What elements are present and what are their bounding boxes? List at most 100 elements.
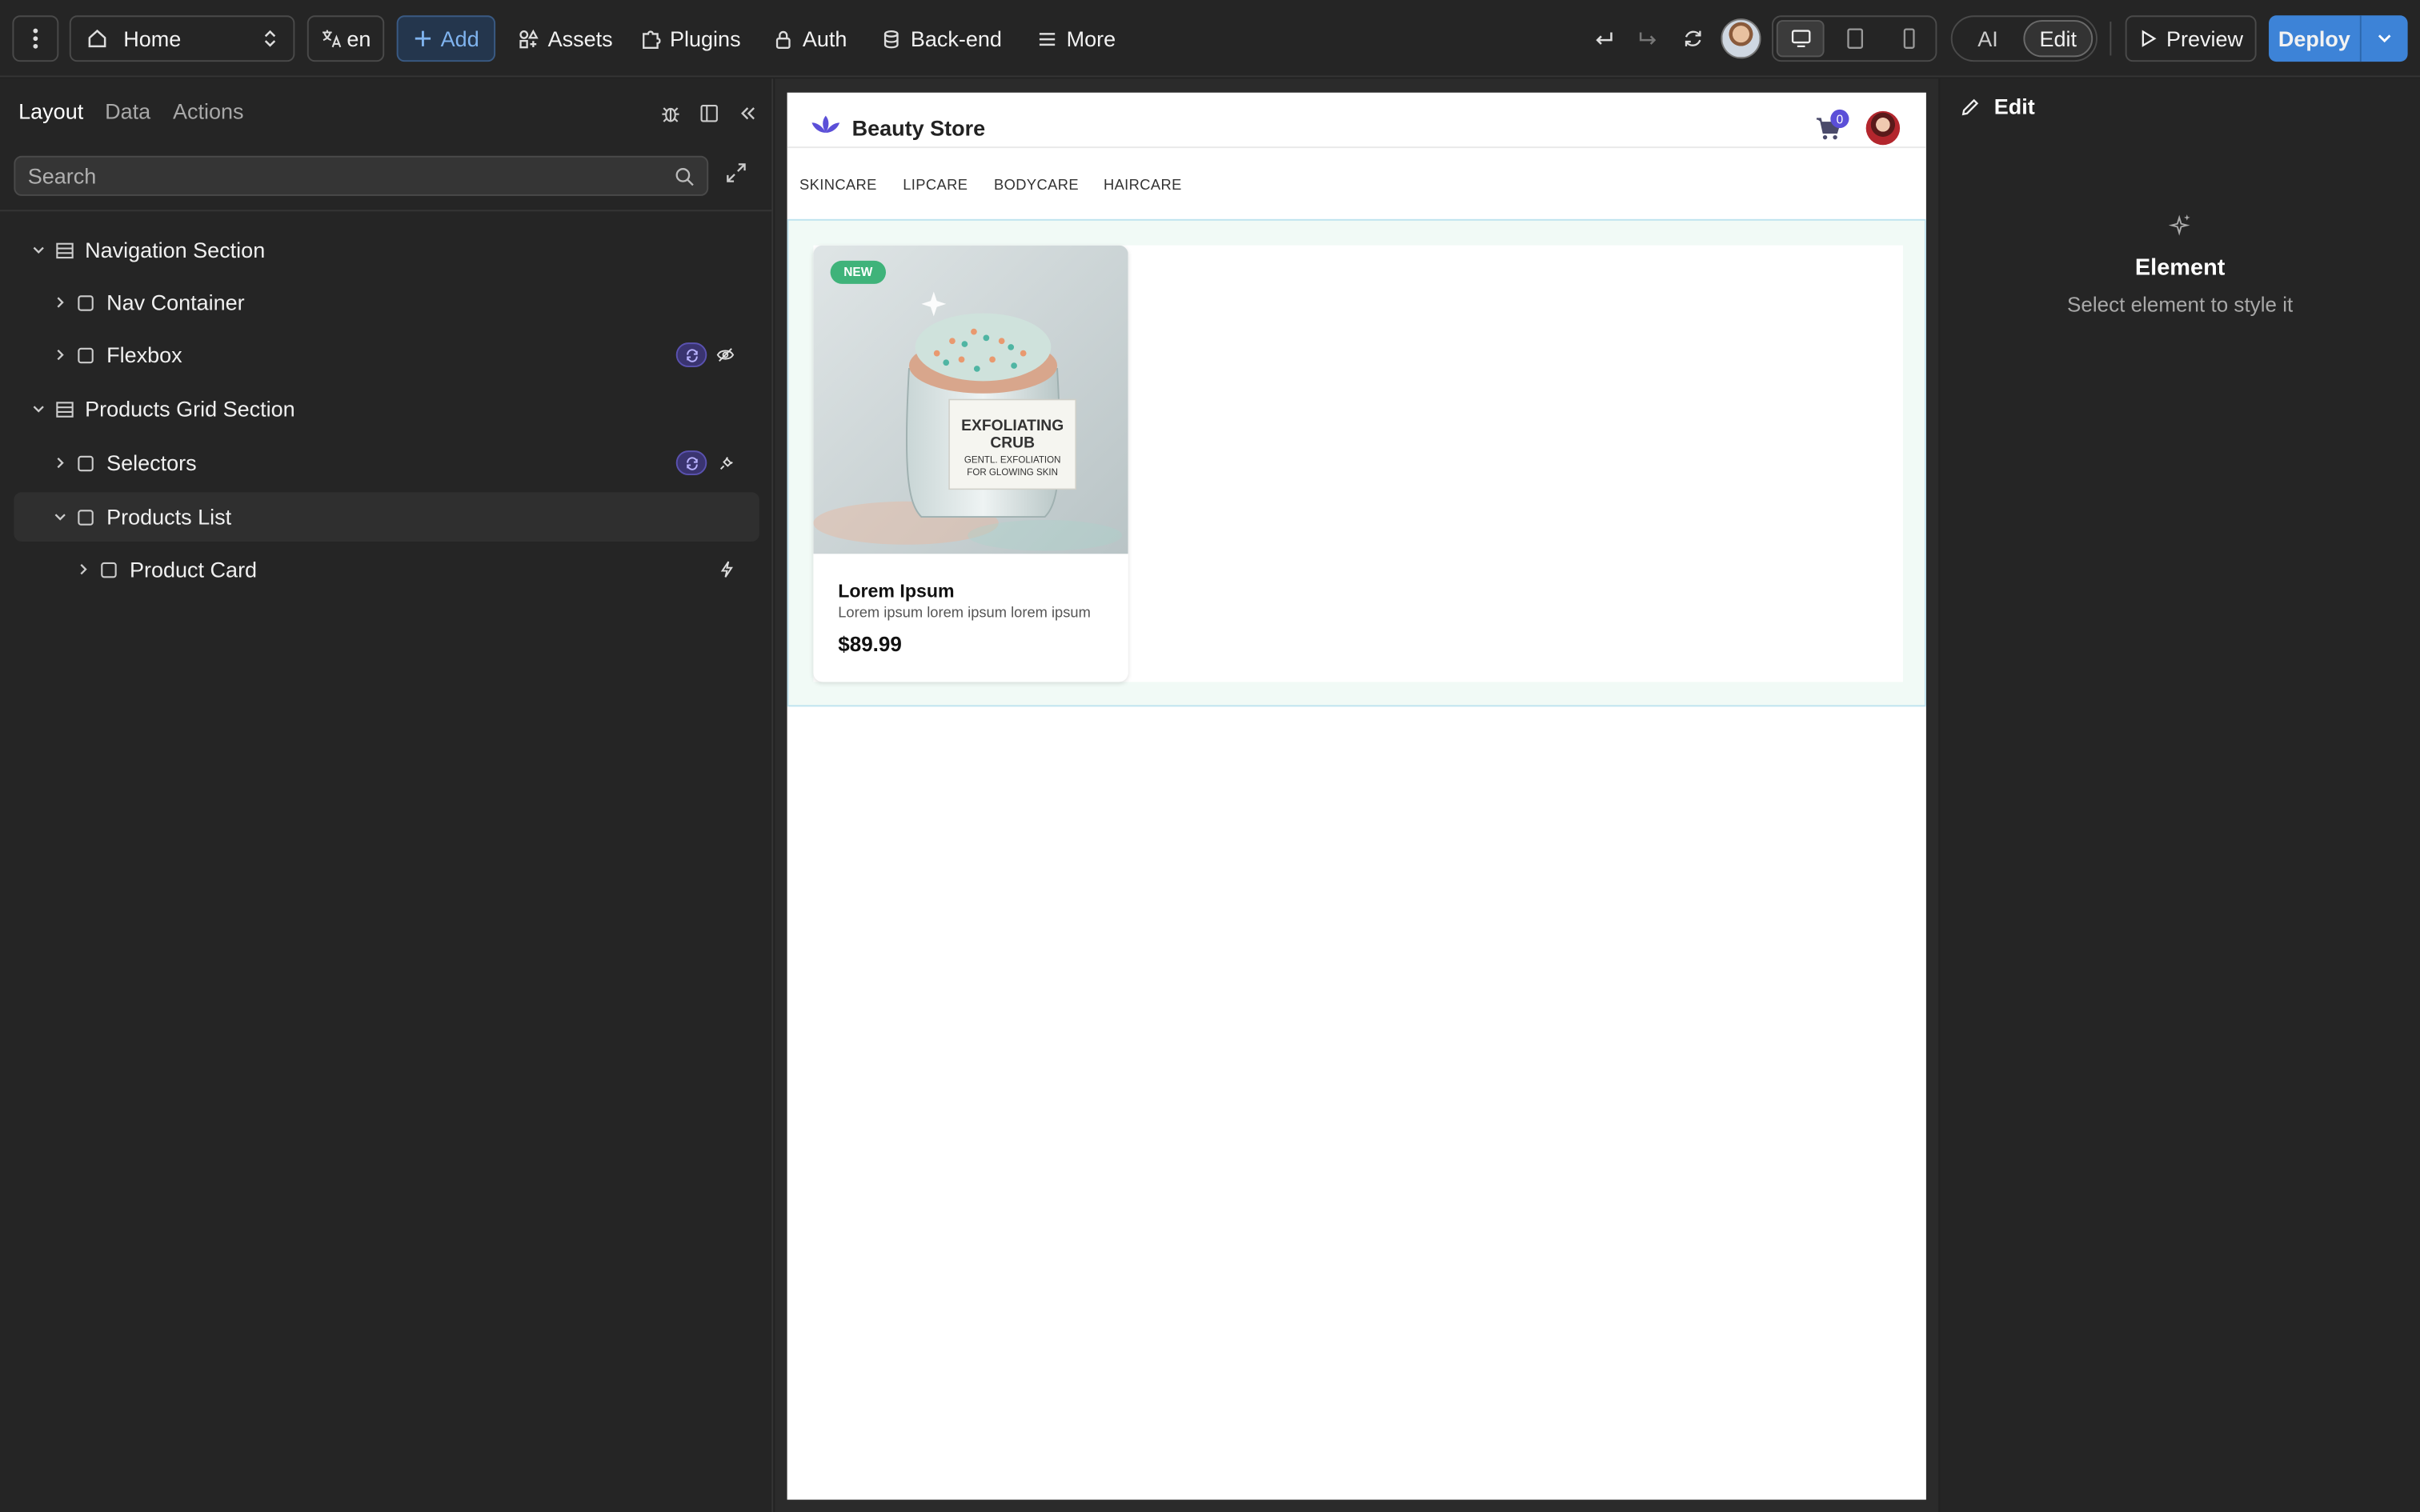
preview-button[interactable]: Preview — [2125, 15, 2257, 62]
page-preview[interactable]: Beauty Store 0 SKINCARE LIPCARE BODYCARE… — [787, 92, 1926, 1500]
row-badges — [719, 560, 735, 578]
product-card[interactable]: EXFOLIATING CRUB GENTL. EXFOLIATION FOR … — [813, 245, 1128, 682]
sync-icon[interactable] — [675, 450, 707, 476]
sync-icon[interactable] — [675, 342, 707, 368]
nav-auth[interactable]: Auth — [773, 15, 847, 62]
category-link-lipcare[interactable]: LIPCARE — [903, 178, 968, 194]
database-icon — [883, 30, 899, 48]
tree-item-selectors[interactable]: Selectors — [14, 438, 759, 488]
expand-button[interactable] — [725, 162, 753, 190]
page-select[interactable]: Home — [69, 15, 295, 62]
nav-more[interactable]: More — [1037, 15, 1116, 62]
mode-ai-button[interactable]: AI — [1965, 20, 2011, 57]
category-link-haircare[interactable]: HAIRCARE — [1104, 178, 1182, 194]
plug-icon[interactable] — [716, 455, 735, 470]
site-user-avatar[interactable] — [1865, 110, 1901, 146]
play-icon — [2141, 30, 2156, 47]
nav-back-end[interactable]: Back-end — [881, 15, 1002, 62]
search-input[interactable] — [27, 163, 675, 189]
search-icon[interactable] — [675, 166, 695, 186]
chevron-down-icon[interactable] — [30, 246, 48, 255]
toggle-layout-button[interactable] — [695, 98, 723, 126]
lock-icon — [775, 30, 791, 48]
tab-data[interactable]: Data — [105, 98, 150, 123]
add-button-label: Add — [440, 26, 479, 51]
tree-item-flexbox[interactable]: Flexbox — [14, 330, 759, 380]
tablet-icon — [1846, 28, 1863, 49]
chevron-right-icon[interactable] — [51, 349, 70, 361]
product-title: Lorem Ipsum — [838, 580, 955, 602]
sparkles-icon — [2168, 214, 2190, 236]
mode-edit-button[interactable]: Edit — [2023, 20, 2093, 58]
refresh-icon — [1685, 30, 1701, 46]
deploy-options-button[interactable] — [2362, 15, 2408, 62]
tree-item-navigation-section[interactable]: Navigation Section — [14, 226, 759, 275]
tree-item-label: Products Grid Section — [85, 396, 295, 422]
tree-item-products-list[interactable]: Products List — [14, 492, 759, 542]
element-box-icon — [76, 345, 96, 365]
nav-plugins[interactable]: Plugins — [640, 15, 741, 62]
element-box-icon — [76, 507, 96, 527]
device-mobile-button[interactable] — [1885, 20, 1933, 57]
home-icon — [88, 29, 106, 48]
style-panel: Edit Element Select element to style it — [1940, 78, 2420, 1512]
element-title: Element — [2134, 254, 2226, 282]
section-icon — [54, 240, 74, 260]
edit-header-label: Edit — [1993, 94, 2035, 119]
chevron-down-icon[interactable] — [51, 512, 70, 522]
device-desktop-button[interactable] — [1776, 20, 1825, 58]
product-description: Lorem ipsum lorem ipsum lorem ipsum — [838, 605, 1091, 622]
new-badge: NEW — [830, 260, 887, 284]
tree-item-label: Flexbox — [106, 342, 182, 368]
app-root: Home en Add Assets Plugins Auth Back-end — [0, 0, 2420, 1512]
tab-layout[interactable]: Layout — [18, 98, 83, 123]
bug-icon — [661, 106, 679, 122]
toolbar-divider — [2109, 22, 2112, 56]
row-badges — [675, 450, 735, 476]
debug-button[interactable] — [656, 98, 684, 126]
nav-auth-label: Auth — [802, 26, 847, 51]
tab-actions[interactable]: Actions — [173, 98, 244, 123]
tree-item-nav-container[interactable]: Nav Container — [14, 278, 759, 327]
preview-label: Preview — [2166, 26, 2244, 51]
category-link-skincare[interactable]: SKINCARE — [799, 178, 877, 194]
language-button[interactable]: en — [307, 15, 385, 62]
jar-label-line-1: EXFOLIATING — [961, 418, 1064, 434]
chevron-right-icon[interactable] — [74, 563, 93, 575]
main-menu-button[interactable] — [12, 15, 59, 62]
add-button[interactable]: Add — [396, 15, 496, 62]
edit-header: Edit — [1960, 94, 2035, 119]
chevron-down-icon[interactable] — [30, 404, 48, 414]
nav-plugins-label: Plugins — [670, 26, 741, 51]
desktop-icon — [1790, 30, 1810, 48]
collapse-panel-button[interactable] — [733, 98, 761, 126]
refresh-button[interactable] — [1673, 15, 1713, 62]
eye-off-icon[interactable] — [716, 347, 735, 362]
chevron-right-icon[interactable] — [51, 457, 70, 469]
products-list[interactable]: EXFOLIATING CRUB GENTL. EXFOLIATION FOR … — [813, 245, 1903, 682]
device-switcher — [1772, 15, 1937, 62]
lotus-logo-icon — [811, 115, 840, 133]
mobile-icon — [1902, 28, 1914, 49]
chevron-right-icon[interactable] — [51, 296, 70, 308]
nav-assets[interactable]: Assets — [519, 15, 613, 62]
deploy-button[interactable]: Deploy — [2269, 15, 2362, 62]
redo-button[interactable] — [1629, 15, 1669, 62]
user-avatar[interactable] — [1721, 18, 1761, 59]
expand-icon — [727, 163, 746, 182]
jar-label-line-3: GENTL. EXFOLIATION — [964, 456, 1061, 466]
element-box-icon — [76, 453, 96, 473]
tree-item-products-grid-section[interactable]: Products Grid Section — [14, 384, 759, 434]
undo-button[interactable] — [1584, 15, 1624, 62]
category-link-bodycare[interactable]: BODYCARE — [994, 178, 1079, 194]
device-tablet-button[interactable] — [1830, 20, 1878, 57]
site-header[interactable]: Beauty Store 0 — [787, 93, 1926, 149]
translate-icon — [322, 30, 341, 48]
products-grid-section[interactable]: EXFOLIATING CRUB GENTL. EXFOLIATION FOR … — [787, 218, 1926, 707]
tree-item-product-card[interactable]: Product Card — [14, 545, 759, 594]
lightning-icon[interactable] — [719, 560, 735, 578]
pencil-icon — [1961, 98, 1979, 115]
product-image[interactable]: EXFOLIATING CRUB GENTL. EXFOLIATION FOR … — [813, 245, 1128, 554]
chevrons-left-icon — [740, 106, 754, 119]
brand-name[interactable]: Beauty Store — [852, 116, 986, 141]
